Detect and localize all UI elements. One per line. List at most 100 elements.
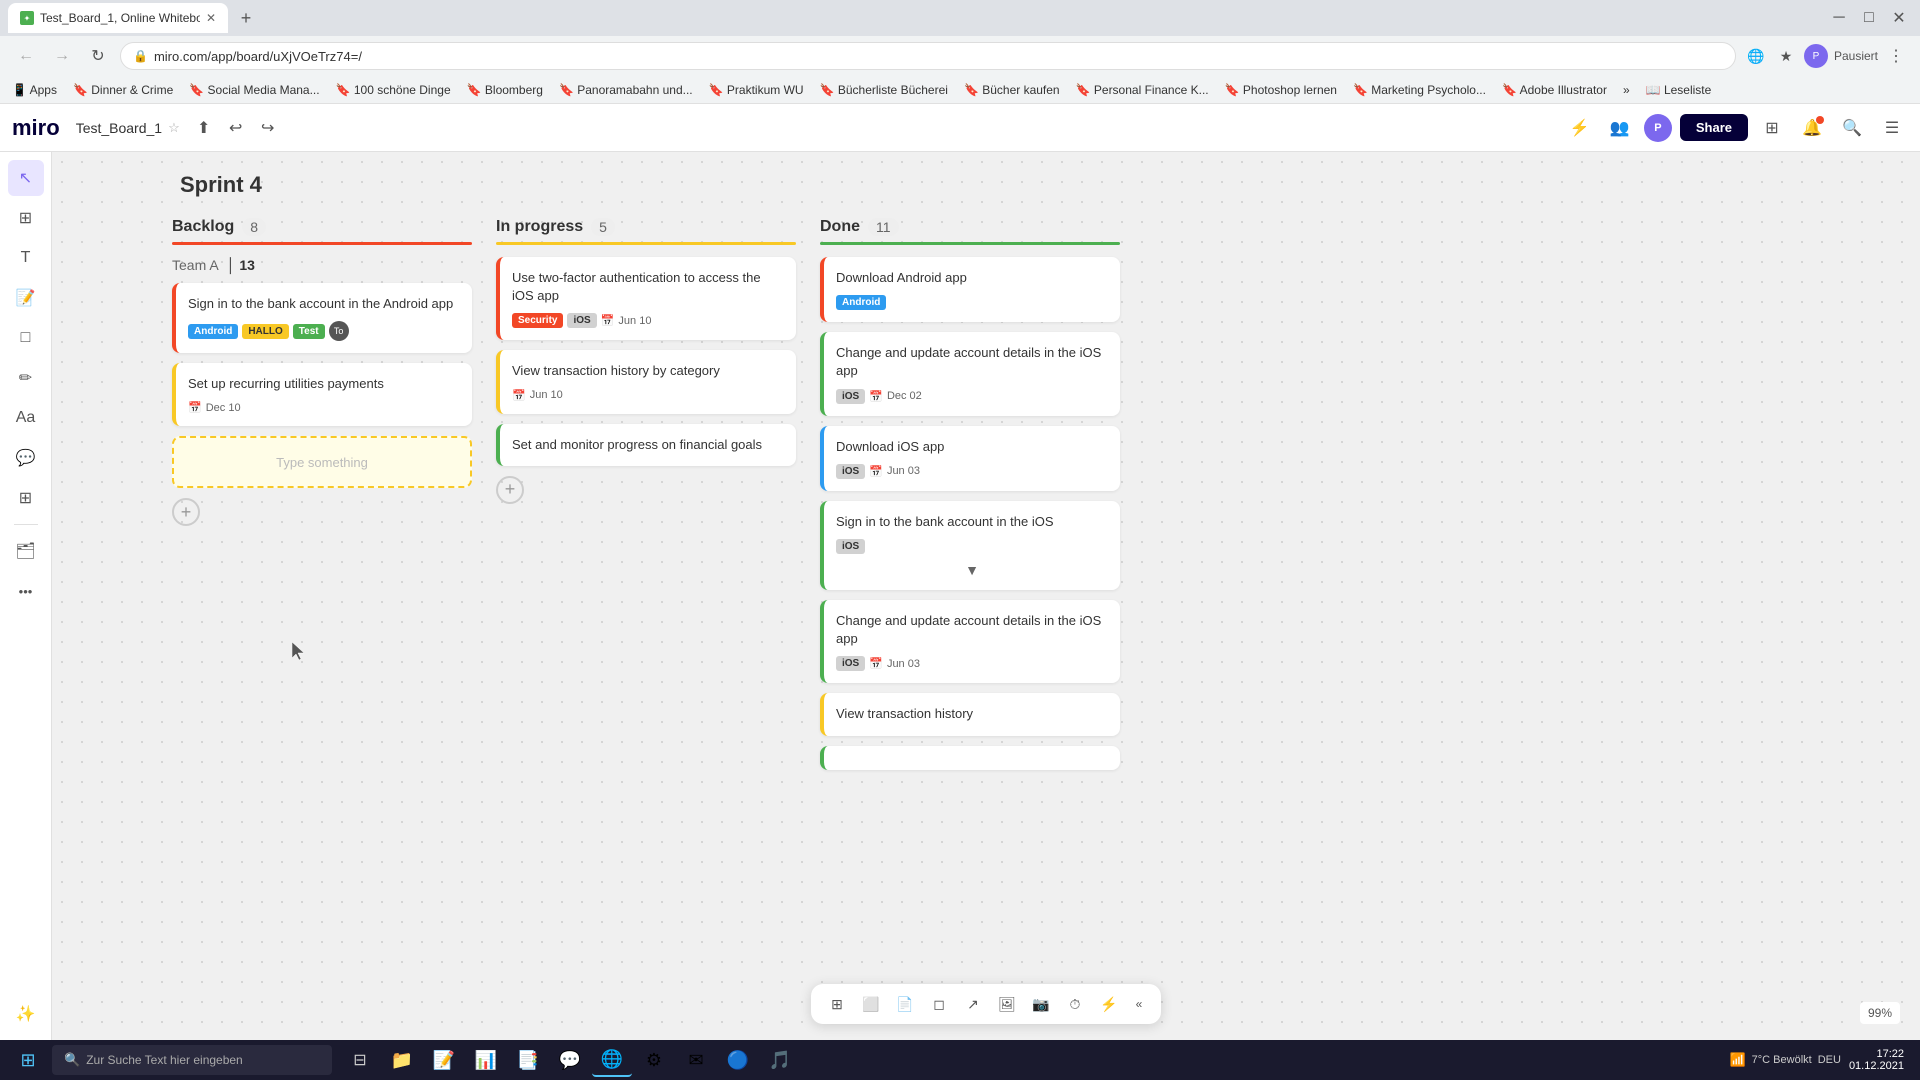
extension-bookmark-icon[interactable]: ★ — [1774, 44, 1798, 68]
card-signin-ios[interactable]: Sign in to the bank account in the iOS i… — [820, 501, 1120, 590]
wifi-icon[interactable]: 📶 — [1729, 1052, 1745, 1068]
bookmark-bucherliste[interactable]: 🔖 Bücherliste Bücherei — [820, 83, 948, 97]
card-download-ios[interactable]: Download iOS app iOS 📅 Jun 03 — [820, 426, 1120, 491]
add-backlog-card[interactable]: + — [172, 498, 200, 526]
users-icon[interactable]: 👥 — [1604, 112, 1636, 144]
type-something-card[interactable]: Type something — [172, 436, 472, 488]
bookmark-apps[interactable]: 📱 Apps — [12, 83, 57, 97]
card-twofactor-auth[interactable]: Use two-factor authentication to access … — [496, 257, 796, 340]
select-tool[interactable]: ↖ — [8, 160, 44, 196]
card-signin-bank-android[interactable]: Sign in to the bank account in the Andro… — [172, 283, 472, 353]
date-dec02: Dec 02 — [887, 390, 922, 402]
share-button[interactable]: Share — [1680, 114, 1748, 141]
shapes-tool[interactable]: □ — [8, 320, 44, 356]
grid-tool[interactable]: ⊞ — [8, 480, 44, 516]
timer-tool-bottom[interactable]: ⏱ — [1061, 990, 1089, 1018]
minimize-button[interactable]: ─ — [1826, 5, 1852, 31]
video-tool-bottom[interactable]: 📷 — [1027, 990, 1055, 1018]
bookmark-marketing[interactable]: 🔖 Marketing Psycholo... — [1353, 83, 1486, 97]
tab-close-icon[interactable]: ✕ — [206, 11, 216, 25]
taskbar-app-edge[interactable]: 🔵 — [718, 1043, 758, 1077]
pen-tool[interactable]: ✏ — [8, 360, 44, 396]
bookmark-adobe[interactable]: 🔖 Adobe Illustrator — [1502, 83, 1607, 97]
upload-icon[interactable]: ⬆ — [188, 112, 220, 144]
card-recurring-utilities[interactable]: Set up recurring utilities payments 📅 De… — [172, 363, 472, 426]
extension-account-icon[interactable]: P — [1804, 44, 1828, 68]
sticky-tool-bottom[interactable]: 📄 — [891, 990, 919, 1018]
taskbar-app-teams[interactable]: 💬 — [550, 1043, 590, 1077]
sidebar-icon[interactable]: ☰ — [1876, 112, 1908, 144]
bookmark-panorama[interactable]: 🔖 Panoramabahn und... — [559, 83, 693, 97]
active-tab[interactable]: ✦ Test_Board_1, Online Whiteboar... ✕ — [8, 3, 228, 33]
windows-start-button[interactable]: ⊞ — [8, 1043, 48, 1077]
card-transaction-category[interactable]: View transaction history by category 📅 J… — [496, 350, 796, 413]
board-name[interactable]: Test_Board_1 ☆ — [76, 120, 180, 136]
new-tab-button[interactable]: + — [232, 4, 260, 32]
filter-icon[interactable]: ⚡ — [1564, 112, 1596, 144]
bookmark-leseliste[interactable]: 📖 Leseliste — [1646, 83, 1712, 97]
frame-tool-bottom[interactable]: ⬜ — [857, 990, 885, 1018]
canvas[interactable]: Sprint 4 Backlog 8 Team A │ 13 — [52, 152, 1920, 1040]
zoom-indicator[interactable]: 99% — [1860, 1002, 1900, 1024]
grid-tool-bottom[interactable]: ⊞ — [823, 990, 851, 1018]
shape-tool-bottom[interactable]: ◻ — [925, 990, 953, 1018]
notification-icon[interactable]: 🔔 — [1796, 112, 1828, 144]
taskbar-app-mail[interactable]: ✉ — [676, 1043, 716, 1077]
taskbar-app-explorer[interactable]: 📁 — [382, 1043, 422, 1077]
view-icon[interactable]: ⊞ — [1756, 112, 1788, 144]
bookmark-bucher[interactable]: 🔖 Bücher kaufen — [964, 83, 1060, 97]
templates-tool[interactable]: 🗂 — [8, 533, 44, 569]
comment-tool[interactable]: 💬 — [8, 440, 44, 476]
extension-translate-icon[interactable]: 🌐 — [1744, 44, 1768, 68]
more-tools[interactable]: ••• — [8, 573, 44, 609]
taskbar-app-chrome[interactable]: 🌐 — [592, 1043, 632, 1077]
refresh-button[interactable]: ↻ — [84, 42, 112, 70]
taskbar-app-settings[interactable]: ⚙ — [634, 1043, 674, 1077]
user-avatar[interactable]: P — [1644, 114, 1672, 142]
bookmark-dinner[interactable]: 🔖 Dinner & Crime — [73, 83, 173, 97]
maximize-button[interactable]: □ — [1856, 5, 1882, 31]
forward-button[interactable]: → — [48, 42, 76, 70]
taskbar-app-spotify[interactable]: 🎵 — [760, 1043, 800, 1077]
taskbar-app-powerpoint[interactable]: 📑 — [508, 1043, 548, 1077]
star-icon[interactable]: ☆ — [168, 120, 180, 136]
redo-icon[interactable]: ↪ — [252, 112, 284, 144]
card-title: Set up recurring utilities payments — [188, 375, 460, 393]
back-button[interactable]: ← — [12, 42, 40, 70]
bookmark-bloomberg[interactable]: 🔖 Bloomberg — [467, 83, 543, 97]
frames-tool[interactable]: ⊞ — [8, 200, 44, 236]
address-bar[interactable]: 🔒 miro.com/app/board/uXjVOeTrz74=/ — [120, 42, 1736, 70]
connector-tool-bottom[interactable]: ↗ — [959, 990, 987, 1018]
taskbar-app-word[interactable]: 📝 — [424, 1043, 464, 1077]
magic-tool[interactable]: ✨ — [8, 996, 44, 1032]
card-partial[interactable] — [820, 746, 1120, 770]
taskbar-app-excel[interactable]: 📊 — [466, 1043, 506, 1077]
collapse-toolbar[interactable]: « — [1129, 994, 1149, 1014]
bookmark-finance[interactable]: 🔖 Personal Finance K... — [1076, 83, 1209, 97]
card-update-account-1[interactable]: Change and update account details in the… — [820, 332, 1120, 415]
search-icon[interactable]: 🔍 — [1836, 112, 1868, 144]
card-update-account-2[interactable]: Change and update account details in the… — [820, 600, 1120, 683]
bookmark-more[interactable]: » — [1623, 83, 1630, 97]
taskbar-clock[interactable]: 17:22 01.12.2021 — [1849, 1048, 1904, 1072]
card-view-transaction[interactable]: View transaction history — [820, 693, 1120, 735]
more-icon[interactable]: ⋮ — [1884, 44, 1908, 68]
taskbar-search[interactable]: 🔍 Zur Suche Text hier eingeben — [52, 1045, 332, 1075]
expand-btn[interactable]: ▼ — [836, 562, 1108, 578]
sticky-tool[interactable]: 📝 — [8, 280, 44, 316]
plugin-tool-bottom[interactable]: ⚡ — [1095, 990, 1123, 1018]
undo-icon[interactable]: ↩ — [220, 112, 252, 144]
bookmark-praktikum[interactable]: 🔖 Praktikum WU — [709, 83, 804, 97]
image-tool-bottom[interactable]: 🖼 — [993, 990, 1021, 1018]
library-tool[interactable]: Aa — [8, 400, 44, 436]
card-financial-goals[interactable]: Set and monitor progress on financial go… — [496, 424, 796, 466]
miro-logo[interactable]: miro — [12, 115, 60, 141]
text-tool[interactable]: T — [8, 240, 44, 276]
taskbar-app-taskview[interactable]: ⊟ — [340, 1043, 380, 1077]
bookmark-100[interactable]: 🔖 100 schöne Dinge — [336, 83, 451, 97]
add-inprogress-card[interactable]: + — [496, 476, 524, 504]
card-download-android[interactable]: Download Android app Android — [820, 257, 1120, 322]
bookmark-photoshop[interactable]: 🔖 Photoshop lernen — [1225, 83, 1337, 97]
close-button[interactable]: ✕ — [1886, 5, 1912, 31]
bookmark-social[interactable]: 🔖 Social Media Mana... — [189, 83, 319, 97]
